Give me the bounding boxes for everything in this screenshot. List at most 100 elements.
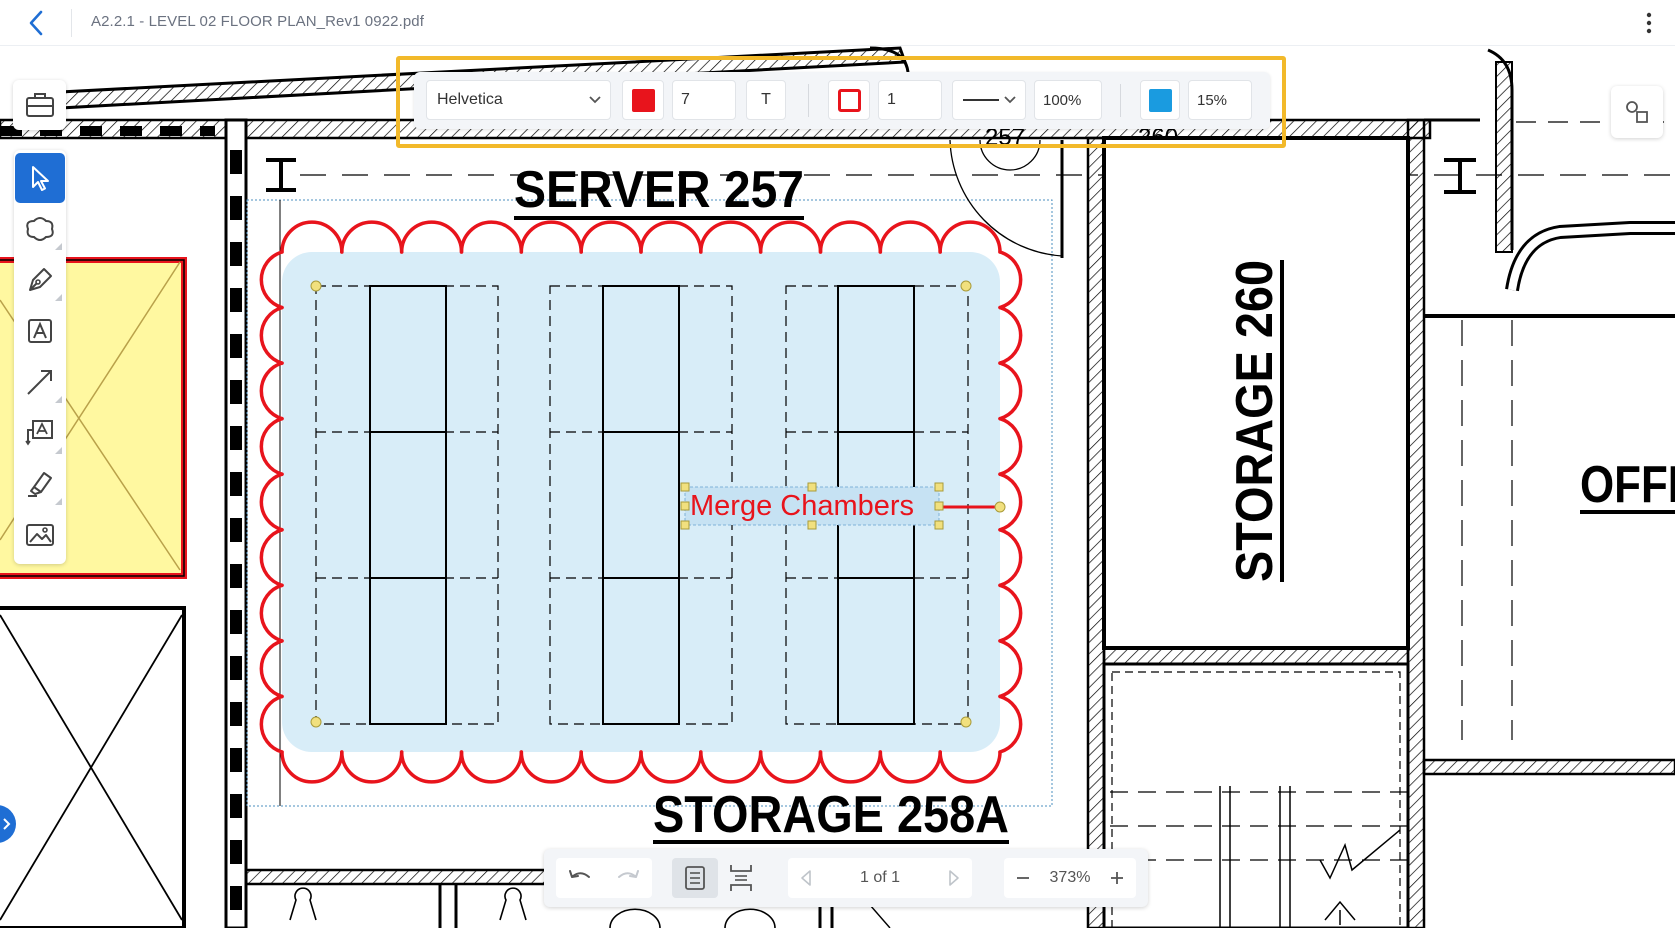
cloud-scallop xyxy=(259,583,284,643)
cloud-scallop xyxy=(818,750,883,784)
opacity-input[interactable]: 100% xyxy=(1034,80,1102,120)
redo-button[interactable] xyxy=(615,868,641,888)
font-color-button[interactable] xyxy=(622,80,664,120)
undo-button[interactable] xyxy=(567,868,593,888)
font-family-select[interactable]: Helvetica xyxy=(426,80,611,120)
page-indicator[interactable]: 1 of 1 xyxy=(860,869,900,887)
room-label-storage-258a: STORAGE 258A xyxy=(653,786,1009,844)
single-page-icon xyxy=(685,866,705,890)
shapes-panel-button[interactable] xyxy=(1611,86,1663,138)
cloud-scallop xyxy=(259,305,284,365)
select-tool[interactable] xyxy=(15,153,65,203)
stroke-color-button[interactable] xyxy=(828,80,870,120)
x-room xyxy=(0,606,186,928)
single-page-view-button[interactable] xyxy=(672,858,718,898)
selection-handle[interactable] xyxy=(310,280,322,292)
redo-icon xyxy=(618,870,639,878)
callout-handle[interactable] xyxy=(934,520,944,530)
callout-text[interactable]: Merge Chambers xyxy=(690,490,914,522)
more-options-button[interactable] xyxy=(1637,9,1661,37)
cloud-scallop xyxy=(998,250,1023,310)
plus-icon xyxy=(1110,872,1123,884)
cloud-scallop xyxy=(259,528,284,588)
font-family-value: Helvetica xyxy=(437,91,503,108)
chevron-right-icon xyxy=(3,818,11,830)
previous-page-button[interactable] xyxy=(800,869,812,887)
callout-handle[interactable] xyxy=(807,482,817,492)
continuous-view-button[interactable] xyxy=(718,858,764,898)
zoom-in-button[interactable] xyxy=(1110,871,1124,885)
opacity-value: 100% xyxy=(1043,91,1082,109)
view-mode-group xyxy=(670,858,766,898)
cloud-scallop xyxy=(998,694,1023,754)
cloud-scallop xyxy=(399,750,464,784)
cloud-scallop xyxy=(998,416,1023,476)
callout-handle[interactable] xyxy=(680,482,690,492)
highlighter-tool[interactable] xyxy=(15,459,65,509)
callout-leader-handle[interactable] xyxy=(994,501,1006,513)
fill-opacity-input[interactable]: 15% xyxy=(1188,80,1252,120)
cloud-scallop xyxy=(758,750,823,784)
cloud-scallop xyxy=(818,220,883,254)
chevron-down-icon xyxy=(1004,96,1016,104)
font-size-input[interactable]: 7 xyxy=(672,80,736,120)
callout-handle[interactable] xyxy=(934,482,944,492)
font-size-value: 7 xyxy=(681,91,690,108)
cloud-scallop xyxy=(998,583,1023,643)
cloud-scallop xyxy=(998,472,1023,532)
cloud-scallop xyxy=(639,750,703,784)
callout-handle[interactable] xyxy=(680,520,690,530)
cloud-scallop xyxy=(459,220,524,254)
callout-tool[interactable] xyxy=(15,408,65,458)
stroke-color-swatch xyxy=(837,88,861,112)
page-navigator: 1 of 1 xyxy=(788,858,972,898)
minus-icon xyxy=(1017,877,1029,879)
annotation-toolbar xyxy=(14,150,66,564)
undo-icon xyxy=(569,870,590,878)
next-page-button[interactable] xyxy=(948,869,960,887)
svg-text:STORAGE 260: STORAGE 260 xyxy=(1226,260,1284,582)
cloud-scallop xyxy=(699,750,763,784)
cloud-shape-icon xyxy=(26,217,54,241)
stroke-width-input[interactable]: 1 xyxy=(878,80,942,120)
floor-plan-canvas[interactable]: 257 260 xyxy=(0,0,1675,928)
text-style-button[interactable]: T xyxy=(746,80,786,120)
cloud-scallop xyxy=(998,639,1023,699)
pen-nib-icon xyxy=(29,268,52,291)
cloud-scallop xyxy=(878,220,942,254)
arrow-tool[interactable] xyxy=(15,357,65,407)
zoom-out-button[interactable] xyxy=(1016,871,1030,885)
selection-handle[interactable] xyxy=(310,716,322,728)
continuous-scroll-icon xyxy=(730,865,752,891)
title-divider xyxy=(71,9,72,37)
cloud-tool[interactable] xyxy=(15,204,65,254)
text-box-tool[interactable] xyxy=(15,306,65,356)
fill-color-button[interactable] xyxy=(1140,80,1180,120)
back-button[interactable] xyxy=(20,8,52,38)
cloud-scallop xyxy=(259,639,284,699)
chevron-down-icon xyxy=(589,96,601,104)
pen-tool[interactable] xyxy=(15,255,65,305)
image-tool[interactable] xyxy=(15,510,65,560)
stroke-width-value: 1 xyxy=(887,91,896,108)
app-root: 257 260 xyxy=(0,0,1675,928)
callout-handle[interactable] xyxy=(934,501,944,511)
cloud-scallop xyxy=(758,220,823,254)
cloud-scallop xyxy=(259,250,284,310)
line-style-select[interactable] xyxy=(952,80,1026,120)
cloud-scallop xyxy=(998,361,1023,421)
zoom-level[interactable]: 373% xyxy=(1050,869,1091,887)
stair-area xyxy=(1102,662,1410,928)
column-marker-left xyxy=(266,158,296,192)
cloud-scallop xyxy=(259,416,284,476)
callout-handle[interactable] xyxy=(680,501,690,511)
highlighter-icon xyxy=(28,472,52,497)
room-label-office: OFFI xyxy=(1580,456,1675,514)
fill-color-swatch xyxy=(1148,88,1172,112)
cloud-scallop xyxy=(280,750,344,784)
selection-handle[interactable] xyxy=(960,716,972,728)
selection-handle[interactable] xyxy=(960,280,972,292)
callout-handle[interactable] xyxy=(807,520,817,530)
font-color-swatch xyxy=(631,88,655,112)
toolkit-button[interactable] xyxy=(13,80,66,130)
